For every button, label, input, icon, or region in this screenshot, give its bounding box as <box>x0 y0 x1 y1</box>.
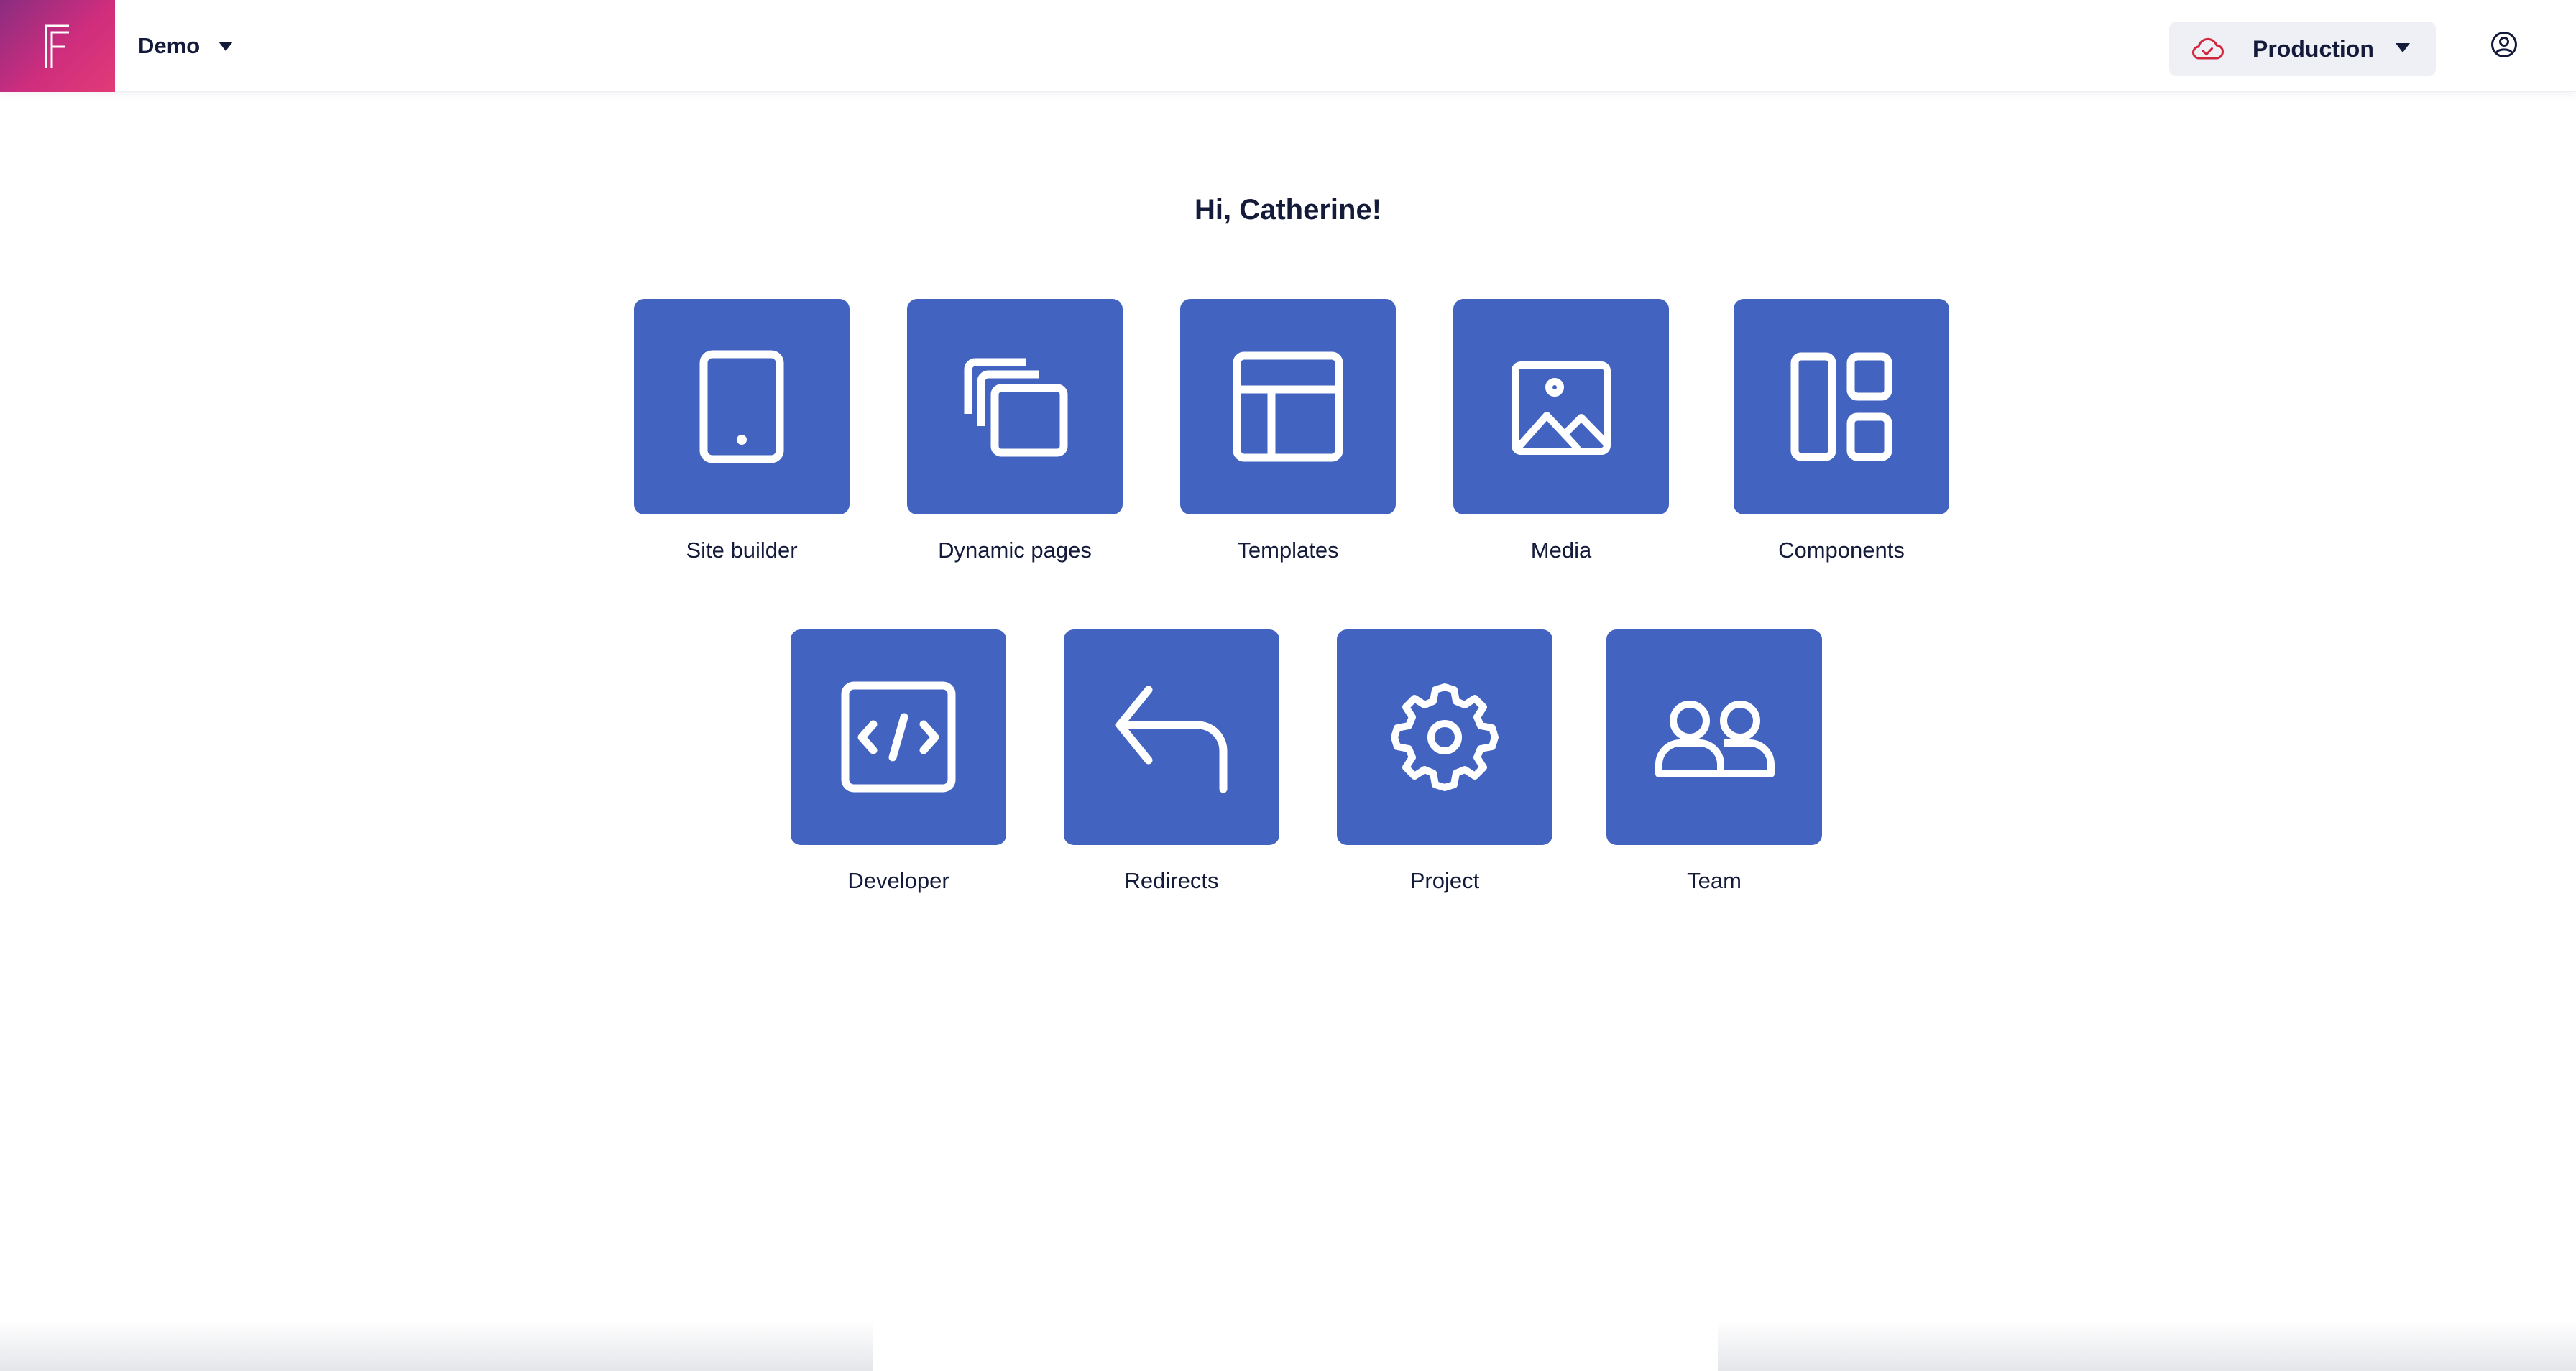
tile-templates-box[interactable] <box>1180 299 1396 514</box>
user-circle-icon <box>2491 32 2517 57</box>
greeting-heading: Hi, Catherine! <box>1194 194 1382 226</box>
layout-template-icon <box>1233 351 1343 462</box>
tile-site-builder[interactable]: Site builder <box>634 299 850 563</box>
tile-label: Site builder <box>686 537 798 563</box>
tile-project[interactable]: Project <box>1337 629 1552 894</box>
redirect-arrow-icon <box>1116 686 1228 793</box>
code-icon <box>841 681 956 793</box>
gear-icon <box>1391 683 1499 791</box>
environment-switcher[interactable]: Production <box>2169 22 2436 76</box>
tile-label: Project <box>1409 868 1480 893</box>
logo[interactable] <box>0 0 115 92</box>
tile-developer-box[interactable] <box>791 629 1006 845</box>
tile-label: Developer <box>847 868 949 893</box>
mobile-device-icon <box>699 350 784 463</box>
tile-dynamic-pages[interactable]: Dynamic pages <box>907 299 1123 563</box>
tile-redirects[interactable]: Redirects <box>1064 629 1279 894</box>
tile-project-box[interactable] <box>1337 629 1552 845</box>
stacked-pages-icon <box>964 358 1068 457</box>
tile-dynamic-pages-box[interactable] <box>907 299 1123 514</box>
tile-label: Redirects <box>1124 868 1219 893</box>
tile-components[interactable]: Components <box>1734 299 1949 563</box>
tile-developer[interactable]: Developer <box>791 629 1006 894</box>
tile-team-box[interactable] <box>1606 629 1822 845</box>
users-icon <box>1655 701 1775 777</box>
top-header: Demo Production <box>0 0 2576 92</box>
project-name: Demo <box>138 33 201 58</box>
tile-team[interactable]: Team <box>1606 629 1822 894</box>
environment-name: Production <box>2253 35 2374 62</box>
chevron-down-icon <box>2396 43 2410 52</box>
cloud-check-icon <box>2192 37 2224 60</box>
components-grid-icon <box>1790 352 1892 461</box>
bottom-panel <box>873 1321 1718 1371</box>
tile-label: Dynamic pages <box>938 537 1092 563</box>
tile-label: Media <box>1530 537 1592 563</box>
tile-label: Components <box>1778 537 1905 563</box>
tile-media-box[interactable] <box>1453 299 1669 514</box>
tile-redirects-box[interactable] <box>1064 629 1279 845</box>
tile-label: Templates <box>1237 537 1339 563</box>
image-icon <box>1512 361 1611 455</box>
tile-label: Team <box>1687 868 1742 893</box>
tile-templates[interactable]: Templates <box>1180 299 1396 563</box>
project-switcher[interactable]: Demo <box>138 0 234 92</box>
f-logo-icon <box>45 24 69 68</box>
tile-site-builder-box[interactable] <box>634 299 850 514</box>
account-button[interactable] <box>2490 30 2518 59</box>
chevron-down-icon <box>218 41 234 51</box>
tile-components-box[interactable] <box>1734 299 1949 514</box>
tile-media[interactable]: Media <box>1453 299 1669 563</box>
